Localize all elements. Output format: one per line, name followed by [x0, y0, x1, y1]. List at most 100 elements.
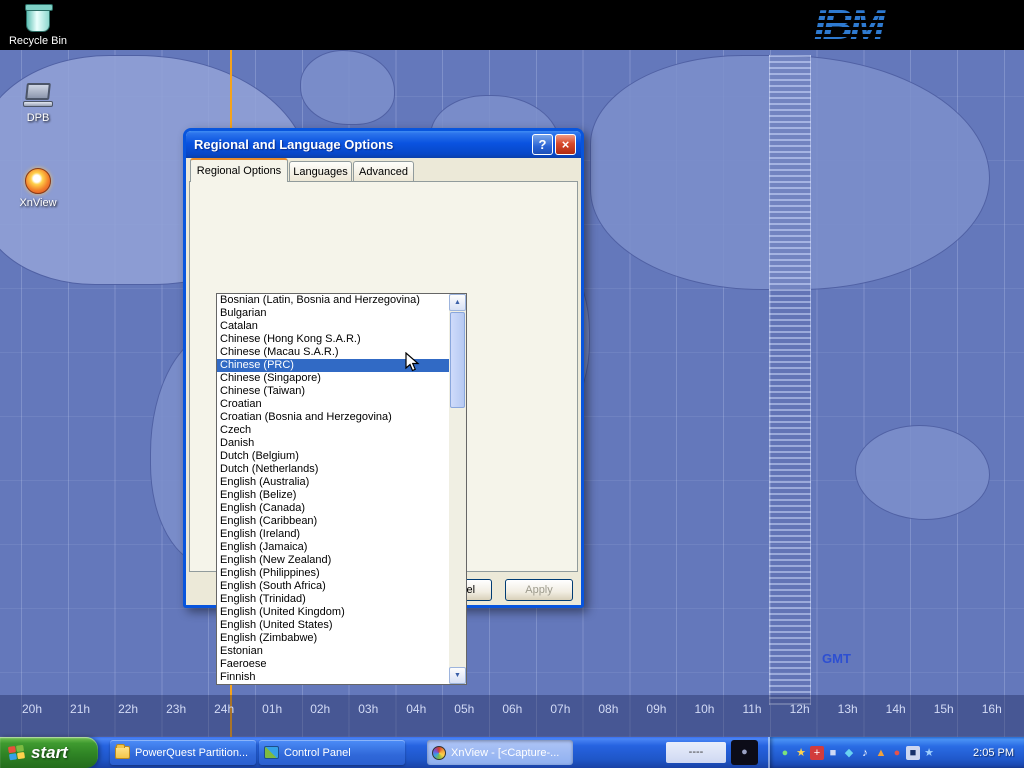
language-option[interactable]: Dutch (Belgium) [217, 450, 449, 463]
language-option[interactable]: Croatian [217, 398, 449, 411]
date-line-band [769, 55, 811, 705]
scroll-up-icon[interactable]: ▲ [449, 294, 466, 311]
taskbar-unknown-app-icon[interactable]: ● [731, 740, 758, 765]
help-button[interactable]: ? [532, 134, 553, 155]
language-option[interactable]: Faeroese [217, 658, 449, 671]
language-option[interactable]: Dutch (Netherlands) [217, 463, 449, 476]
xnview-shortcut[interactable]: XnView [2, 168, 74, 209]
close-button[interactable]: × [555, 134, 576, 155]
recycle-bin-shortcut[interactable]: Recycle Bin [2, 6, 74, 47]
desktop-top-strip: IBM Recycle Bin [0, 0, 1024, 50]
hour-label: 06h [502, 702, 522, 716]
language-option[interactable]: Czech [217, 424, 449, 437]
scroll-down-icon[interactable]: ▼ [449, 667, 466, 684]
hour-label: 14h [886, 702, 906, 716]
scrollbar-thumb[interactable] [450, 312, 465, 408]
taskbar-dashes-button[interactable]: ---- [666, 742, 726, 763]
hour-label: 15h [934, 702, 954, 716]
hour-label: 24h [214, 702, 234, 716]
dpb-shortcut[interactable]: DPB [2, 83, 74, 124]
tab-regional-options[interactable]: Regional Options [190, 158, 288, 182]
hour-label: 10h [694, 702, 714, 716]
language-option[interactable]: English (Jamaica) [217, 541, 449, 554]
language-option[interactable]: English (Caribbean) [217, 515, 449, 528]
language-option[interactable]: Finnish [217, 671, 449, 684]
task-button-control-panel[interactable]: Control Panel [259, 740, 405, 765]
language-option[interactable]: Bulgarian [217, 307, 449, 320]
language-option[interactable]: English (United Kingdom) [217, 606, 449, 619]
tray-messenger-icon[interactable]: ● [890, 746, 904, 760]
recycle-bin-icon [26, 6, 50, 32]
tray-network-icon[interactable]: ◆ [842, 746, 856, 760]
dialog-titlebar[interactable]: Regional and Language Options ? × [186, 131, 581, 158]
system-tray: ●★+■◆♪▲●■★ 2:05 PM [768, 737, 1024, 768]
language-option[interactable]: English (Ireland) [217, 528, 449, 541]
map-landmass [855, 425, 990, 520]
language-option[interactable]: English (United States) [217, 619, 449, 632]
hour-label: 04h [406, 702, 426, 716]
list-scrollbar[interactable]: ▲ ▼ [449, 294, 466, 684]
taskbar: start PowerQuest Partition... Control Pa… [0, 737, 1024, 768]
language-option[interactable]: Bosnian (Latin, Bosnia and Herzegovina) [217, 294, 449, 307]
apply-button: Apply [505, 579, 573, 601]
start-button[interactable]: start [0, 737, 98, 768]
language-option[interactable]: English (Philippines) [217, 567, 449, 580]
language-option[interactable]: Chinese (Taiwan) [217, 385, 449, 398]
tray-power-icon[interactable]: ■ [906, 746, 920, 760]
dialog-title: Regional and Language Options [194, 137, 530, 152]
windows-flag-icon [8, 744, 26, 762]
language-option[interactable]: English (Zimbabwe) [217, 632, 449, 645]
control-panel-icon [264, 746, 279, 759]
language-option[interactable]: English (South Africa) [217, 580, 449, 593]
language-option[interactable]: English (Australia) [217, 476, 449, 489]
dpb-label: DPB [2, 112, 74, 124]
map-landmass [300, 50, 395, 125]
language-option[interactable]: English (Canada) [217, 502, 449, 515]
language-option[interactable]: English (New Zealand) [217, 554, 449, 567]
gmt-label: GMT [822, 651, 851, 666]
ibm-logo-stripes [814, 2, 934, 48]
hour-label: 12h [790, 702, 810, 716]
hour-label: 08h [598, 702, 618, 716]
hour-label: 03h [358, 702, 378, 716]
tray-security-icon[interactable]: ★ [922, 746, 936, 760]
tray-display-icon[interactable]: ■ [826, 746, 840, 760]
language-option[interactable]: Chinese (Hong Kong S.A.R.) [217, 333, 449, 346]
hour-label: 13h [838, 702, 858, 716]
hour-label: 23h [166, 702, 186, 716]
tray-scheduler-icon[interactable]: ▲ [874, 746, 888, 760]
hour-label: 05h [454, 702, 474, 716]
hour-label: 20h [22, 702, 42, 716]
tray-volume-icon[interactable]: ♪ [858, 746, 872, 760]
language-option[interactable]: Estonian [217, 645, 449, 658]
tray-antivirus-icon[interactable]: ★ [794, 746, 808, 760]
tab-languages[interactable]: Languages [289, 161, 352, 182]
language-option[interactable]: Catalan [217, 320, 449, 333]
hour-label: 07h [550, 702, 570, 716]
timezone-hour-labels: 20h21h22h23h24h01h02h03h04h05h06h07h08h0… [22, 702, 1002, 716]
language-option[interactable]: English (Trinidad) [217, 593, 449, 606]
hour-label: 01h [262, 702, 282, 716]
tab-advanced[interactable]: Advanced [353, 161, 414, 182]
language-option[interactable]: Croatian (Bosnia and Herzegovina) [217, 411, 449, 424]
mouse-cursor-icon [405, 352, 423, 377]
laptop-icon [23, 83, 53, 109]
xnview-label: XnView [2, 197, 74, 209]
task-button-powerquest[interactable]: PowerQuest Partition... [110, 740, 256, 765]
hour-label: 02h [310, 702, 330, 716]
folder-icon [115, 746, 130, 759]
tray-icons: ●★+■◆♪▲●■★ [778, 746, 973, 760]
task-label: PowerQuest Partition... [135, 747, 248, 759]
task-button-xnview[interactable]: XnView - [<Capture-... [427, 740, 573, 765]
hour-label: 21h [70, 702, 90, 716]
language-dropdown-list: Bosnian (Latin, Bosnia and Herzegovina)B… [216, 293, 467, 685]
hour-label: 22h [118, 702, 138, 716]
xnview-icon [432, 746, 446, 760]
language-option[interactable]: Danish [217, 437, 449, 450]
ibm-logo: IBM [814, 2, 934, 48]
task-label: Control Panel [284, 747, 351, 759]
tray-safely-remove-icon[interactable]: ● [778, 746, 792, 760]
task-label: XnView - [<Capture-... [451, 747, 559, 759]
language-option[interactable]: English (Belize) [217, 489, 449, 502]
tray-update-icon[interactable]: + [810, 746, 824, 760]
